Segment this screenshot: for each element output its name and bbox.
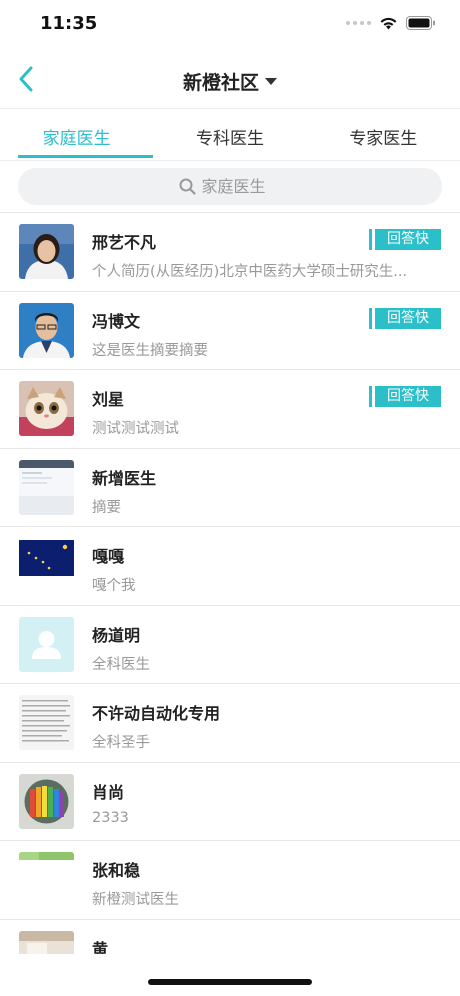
doctor-avatar [19, 773, 74, 829]
doctor-row[interactable]: 新增医生 摘要 [0, 449, 460, 527]
doctor-name: 黄 [92, 939, 109, 955]
doctor-list: 邢艺不凡 回答快 个人简历(从医经历)北京中医药大学硕士研究生... 冯博文 回… [0, 212, 460, 954]
doctor-name: 邢艺不凡 [92, 233, 157, 252]
battery-icon [406, 16, 435, 30]
doctor-avatar [19, 381, 74, 436]
doctor-name: 张和稳 [92, 861, 141, 880]
doctor-summary: 新橙测试医生 [92, 892, 179, 908]
home-indicator[interactable] [148, 979, 312, 985]
doctor-row[interactable]: 黄 [0, 920, 460, 955]
doctor-name: 刘星 [92, 390, 125, 409]
status-bar: 11:35 [0, 0, 460, 50]
doctor-row[interactable]: 杨道明 全科医生 [0, 606, 460, 684]
fast-reply-badge: 回答快 [372, 229, 441, 250]
doctor-name: 不许动自动化专用 [92, 704, 221, 723]
doctor-row[interactable]: 肖尚 2333 [0, 763, 460, 841]
doctor-summary: 嘎个我 [92, 578, 136, 594]
doctor-avatar [19, 302, 74, 358]
doctor-row[interactable]: 刘星 回答快 测试测试测试 [0, 370, 460, 449]
doctor-avatar [19, 852, 74, 907]
fast-reply-badge: 回答快 [372, 307, 441, 329]
doctor-summary: 全科圣手 [92, 735, 150, 751]
doctor-avatar [19, 538, 74, 593]
doctor-type-tabs: 家庭医生 专科医生 专家医生 [0, 108, 460, 160]
doctor-avatar [19, 224, 74, 279]
doctor-summary: 摘要 [92, 499, 121, 516]
doctor-name: 冯博文 [92, 311, 141, 331]
search-bar[interactable] [18, 168, 442, 205]
doctor-row[interactable]: 张和稳 新橙测试医生 [0, 841, 460, 920]
doctor-row[interactable]: 嘎嘎 嘎个我 [0, 527, 460, 606]
doctor-avatar [19, 459, 74, 515]
doctor-name: 杨道明 [92, 625, 141, 645]
tab-expert-doctor[interactable]: 专家医生 [307, 109, 460, 160]
community-selector[interactable]: 新橙社区 [0, 68, 460, 95]
nav-bar: 新橙社区 [0, 50, 460, 108]
status-icons [346, 16, 436, 30]
doctor-row[interactable]: 不许动自动化专用 全科圣手 [0, 684, 460, 763]
fast-reply-badge: 回答快 [372, 386, 441, 407]
search-area [0, 160, 460, 214]
doctor-name: 肖尚 [92, 782, 125, 802]
tab-specialist-doctor[interactable]: 专科医生 [153, 109, 306, 160]
doctor-summary: 这是医生摘要摘要 [92, 342, 208, 359]
cellular-signal-icon [346, 21, 371, 25]
status-time: 11:35 [40, 13, 98, 34]
doctor-row[interactable]: 冯博文 回答快 这是医生摘要摘要 [0, 292, 460, 370]
search-icon [179, 178, 196, 195]
doctor-name: 嘎嘎 [92, 547, 125, 566]
search-input[interactable] [201, 177, 282, 196]
page-title: 新橙社区 [182, 72, 259, 94]
doctor-summary: 个人简历(从医经历)北京中医药大学硕士研究生... [92, 264, 408, 280]
tab-family-doctor[interactable]: 家庭医生 [0, 109, 154, 160]
doctor-row[interactable]: 邢艺不凡 回答快 个人简历(从医经历)北京中医药大学硕士研究生... [0, 213, 460, 292]
doctor-avatar [19, 930, 74, 954]
doctor-summary: 全科医生 [92, 656, 150, 673]
doctor-name: 新增医生 [92, 468, 157, 488]
caret-down-icon [265, 78, 277, 85]
doctor-summary: 2333 [92, 809, 129, 826]
wifi-icon [380, 17, 397, 30]
doctor-avatar [19, 695, 74, 750]
doctor-summary: 测试测试测试 [92, 421, 179, 437]
doctor-avatar [19, 616, 74, 672]
